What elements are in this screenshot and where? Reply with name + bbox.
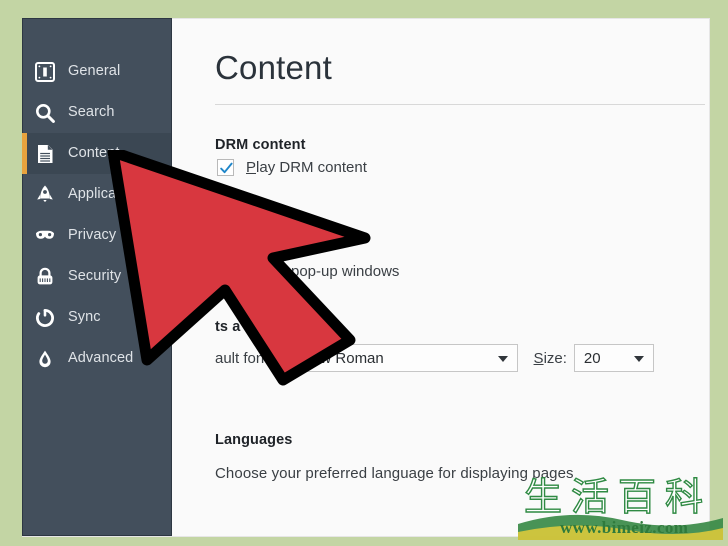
- sidebar-item-label: Content: [68, 145, 120, 162]
- general-icon: [32, 59, 58, 85]
- sidebar-item-advanced[interactable]: Advanced: [23, 338, 171, 379]
- label-rest: lay DRM content: [256, 159, 367, 176]
- play-drm-content-row[interactable]: Play DRM content: [217, 159, 367, 176]
- content-icon: [32, 141, 58, 167]
- block-popup-windows-row[interactable]: pop-up windows: [217, 263, 399, 280]
- window-frame: General Search Content Applications Priv…: [0, 0, 728, 546]
- default-font-value: s New Roman: [289, 349, 384, 367]
- page-title: Content: [215, 49, 332, 86]
- chevron-down-icon: [633, 356, 644, 362]
- sidebar-item-general[interactable]: General: [23, 51, 171, 92]
- sidebar-item-applications[interactable]: Applications: [23, 174, 171, 215]
- sidebar-item-label: Security: [68, 268, 122, 285]
- sidebar-item-security[interactable]: Security: [23, 256, 171, 297]
- sidebar-item-label: Search: [68, 104, 115, 121]
- label-rest: ize:: [543, 349, 567, 367]
- accesskey-letter: P: [246, 159, 257, 176]
- sidebar-item-privacy[interactable]: Privacy: [23, 215, 171, 256]
- default-font-label: ault font:: [215, 349, 273, 367]
- rocket-icon: [32, 182, 58, 208]
- languages-description: Choose your preferred language for displ…: [215, 465, 574, 482]
- sidebar-item-label: Sync: [68, 309, 101, 326]
- sidebar-item-label: Applications: [68, 186, 148, 203]
- sidebar: General Search Content Applications Priv…: [22, 18, 172, 536]
- sidebar-item-label: Advanced: [68, 350, 134, 367]
- lock-icon: [32, 264, 58, 290]
- search-icon: [32, 100, 58, 126]
- accesskey-letter: S: [533, 349, 544, 367]
- play-drm-content-checkbox[interactable]: [217, 159, 234, 176]
- default-font-select[interactable]: s New Roman: [279, 344, 518, 372]
- languages-heading: Languages: [215, 432, 293, 448]
- main-content: Content DRM content Play DRM content pop…: [173, 19, 709, 536]
- drm-section-heading: DRM content: [215, 137, 306, 153]
- title-divider: [215, 104, 705, 105]
- chevron-down-icon: [497, 356, 508, 362]
- play-drm-content-label: Play DRM content: [246, 159, 367, 176]
- block-popup-windows-label: pop-up windows: [291, 263, 400, 280]
- font-size-select[interactable]: 20: [573, 344, 654, 372]
- fonts-colors-heading: ts a: [215, 319, 241, 335]
- font-size-label: Size:: [534, 350, 567, 367]
- mask-icon: [32, 223, 58, 249]
- font-size-value: 20: [583, 349, 601, 367]
- sidebar-item-label: General: [68, 63, 121, 80]
- default-font-row: ault font: s New Roman Size: 20: [215, 344, 654, 372]
- sidebar-item-label: Privacy: [68, 227, 117, 244]
- sidebar-item-content[interactable]: Content: [22, 133, 171, 174]
- sidebar-item-sync[interactable]: Sync: [23, 297, 171, 338]
- flask-icon: [32, 346, 58, 372]
- sidebar-item-search[interactable]: Search: [23, 92, 171, 133]
- sync-icon: [32, 305, 58, 331]
